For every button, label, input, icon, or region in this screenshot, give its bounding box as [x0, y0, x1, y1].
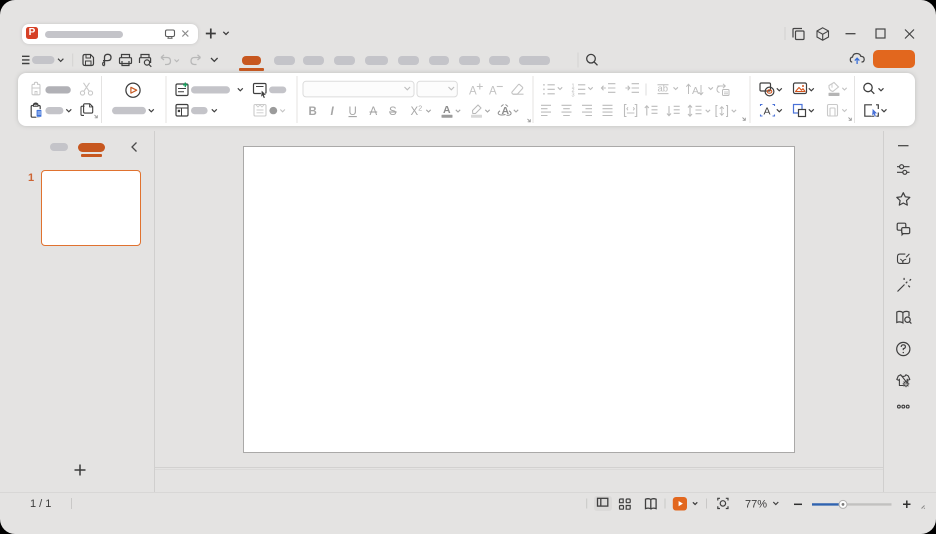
- svg-text:3: 3: [572, 93, 575, 99]
- svg-text:I: I: [331, 106, 335, 118]
- svg-text:S: S: [389, 106, 397, 118]
- svg-text:B: B: [309, 106, 317, 118]
- svg-text:A: A: [489, 86, 497, 98]
- svg-text:A: A: [692, 85, 699, 97]
- svg-text:U: U: [349, 106, 357, 118]
- svg-text:A: A: [469, 86, 477, 98]
- svg-text:A: A: [443, 104, 451, 116]
- svg-text:77%: 77%: [745, 499, 767, 511]
- svg-text:A: A: [370, 106, 378, 118]
- svg-text:2: 2: [418, 106, 422, 113]
- svg-text:A: A: [764, 106, 771, 118]
- svg-text:X: X: [411, 106, 419, 118]
